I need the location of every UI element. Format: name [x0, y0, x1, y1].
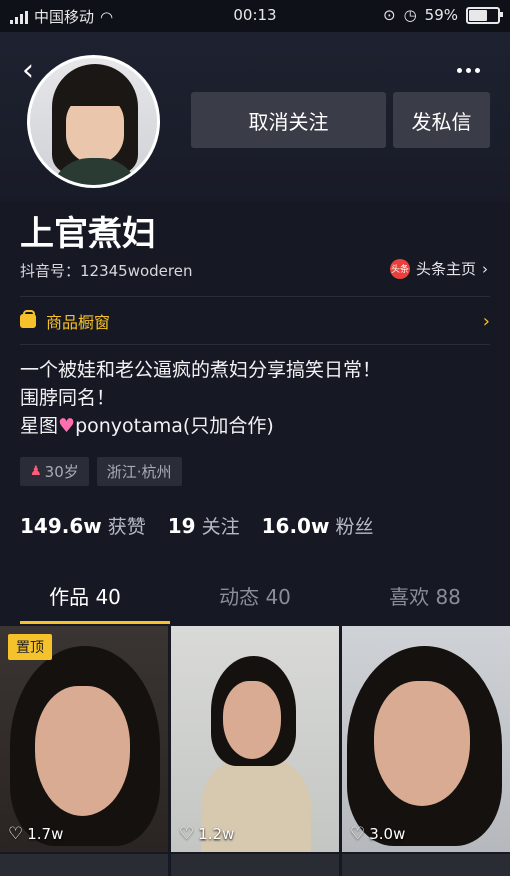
battery-fill — [469, 9, 487, 21]
likes-count: 1.7w — [27, 825, 64, 843]
shop-icon — [20, 310, 36, 328]
age-tag: ♟ 30岁 — [20, 457, 89, 486]
nickname: 上官煮妇 — [20, 214, 156, 254]
stat-followers[interactable]: 16.0w 粉丝 — [262, 512, 374, 539]
likes-count: 1.2w — [198, 825, 235, 843]
stat-following[interactable]: 19 关注 — [168, 512, 240, 539]
bio: 一个被娃和老公逼疯的煮妇分享搞笑日常！ 围脖同名！ 星图♥ponyotama(只… — [20, 356, 381, 440]
person-icon: ♟ — [30, 464, 42, 479]
video-thumbnail[interactable]: 置顶 ♡ 1.7w — [0, 626, 168, 852]
divider — [20, 344, 490, 345]
stat-value: 149.6w — [20, 514, 102, 538]
bio-suffix: ponyotama(只加合作) — [75, 415, 274, 437]
status-right: ⊙ ◷ 59% — [382, 6, 503, 24]
unfollow-button[interactable]: 取消关注 — [191, 92, 386, 148]
heart-icon: ♡ — [350, 824, 366, 844]
video-thumbnail[interactable]: ♡ 3.0w — [342, 626, 510, 852]
stat-label: 关注 — [201, 516, 240, 538]
bio-line: 一个被娃和老公逼疯的煮妇分享搞笑日常！ — [20, 359, 382, 381]
tab-posts[interactable]: 动态 40 — [170, 572, 340, 624]
shop-label: 商品橱窗 — [46, 313, 111, 332]
bio-prefix: 星图 — [20, 415, 59, 437]
battery-percent: 59% — [424, 6, 458, 24]
avatar-image — [30, 58, 157, 185]
location-tag: 浙江·杭州 — [96, 457, 182, 486]
stat-label: 获赞 — [107, 516, 146, 538]
stat-likes[interactable]: 149.6w 获赞 — [20, 512, 146, 539]
video-thumbnail[interactable] — [342, 854, 510, 876]
location-label: 浙江·杭州 — [106, 463, 172, 481]
profile-tags: ♟ 30岁 浙江·杭州 — [20, 457, 182, 486]
toutiao-label: 头条主页 — [415, 260, 476, 278]
video-likes: ♡ 3.0w — [350, 824, 405, 844]
video-likes: ♡ 1.2w — [179, 824, 234, 844]
stats-row: 149.6w 获赞 19 关注 16.0w 粉丝 — [20, 512, 373, 539]
bio-line: 围脖同名！ — [20, 387, 116, 409]
likes-count: 3.0w — [369, 825, 406, 843]
stat-label: 粉丝 — [335, 516, 374, 538]
pinned-badge: 置顶 — [8, 634, 52, 660]
chevron-right-icon: › — [482, 310, 490, 332]
divider — [20, 296, 490, 297]
heart-icon: ♡ — [179, 824, 195, 844]
message-button[interactable]: 发私信 — [393, 92, 490, 148]
content-tabs: 作品 40 动态 40 喜欢 88 — [0, 572, 510, 624]
status-bar: 中国移动 ◠ 00:13 ⊙ ◷ 59% — [0, 0, 510, 32]
age-label: 30岁 — [44, 463, 79, 481]
alarm-icon: ◷ — [403, 6, 417, 24]
video-likes: ♡ 1.7w — [8, 824, 63, 844]
heart-icon: ♡ — [8, 824, 24, 844]
video-thumbnail[interactable] — [171, 854, 339, 876]
shop-window-row[interactable]: 商品橱窗 › — [20, 310, 490, 332]
tab-works[interactable]: 作品 40 — [0, 572, 170, 624]
toutiao-link[interactable]: 头条 头条主页 › — [389, 258, 488, 279]
tab-likes[interactable]: 喜欢 88 — [340, 572, 510, 624]
battery-icon — [466, 6, 503, 24]
more-icon[interactable] — [457, 68, 480, 73]
stat-value: 16.0w — [261, 514, 330, 538]
video-grid: 置顶 ♡ 1.7w ♡ 1.2w ♡ 3.0w — [0, 626, 510, 876]
heart-icon: ♥ — [58, 415, 76, 437]
douyin-id: 抖音号：12345woderen — [20, 262, 193, 280]
avatar[interactable] — [27, 55, 160, 188]
back-arrow-icon[interactable]: ‹ — [22, 56, 34, 86]
toutiao-logo-icon: 头条 — [389, 258, 410, 279]
chevron-right-icon: › — [482, 259, 488, 278]
video-thumbnail[interactable] — [0, 854, 168, 876]
video-thumbnail[interactable]: ♡ 1.2w — [171, 626, 339, 852]
bio-line: 星图♥ponyotama(只加合作) — [20, 412, 381, 440]
stat-value: 19 — [167, 514, 196, 538]
lock-icon: ⊙ — [382, 6, 396, 24]
